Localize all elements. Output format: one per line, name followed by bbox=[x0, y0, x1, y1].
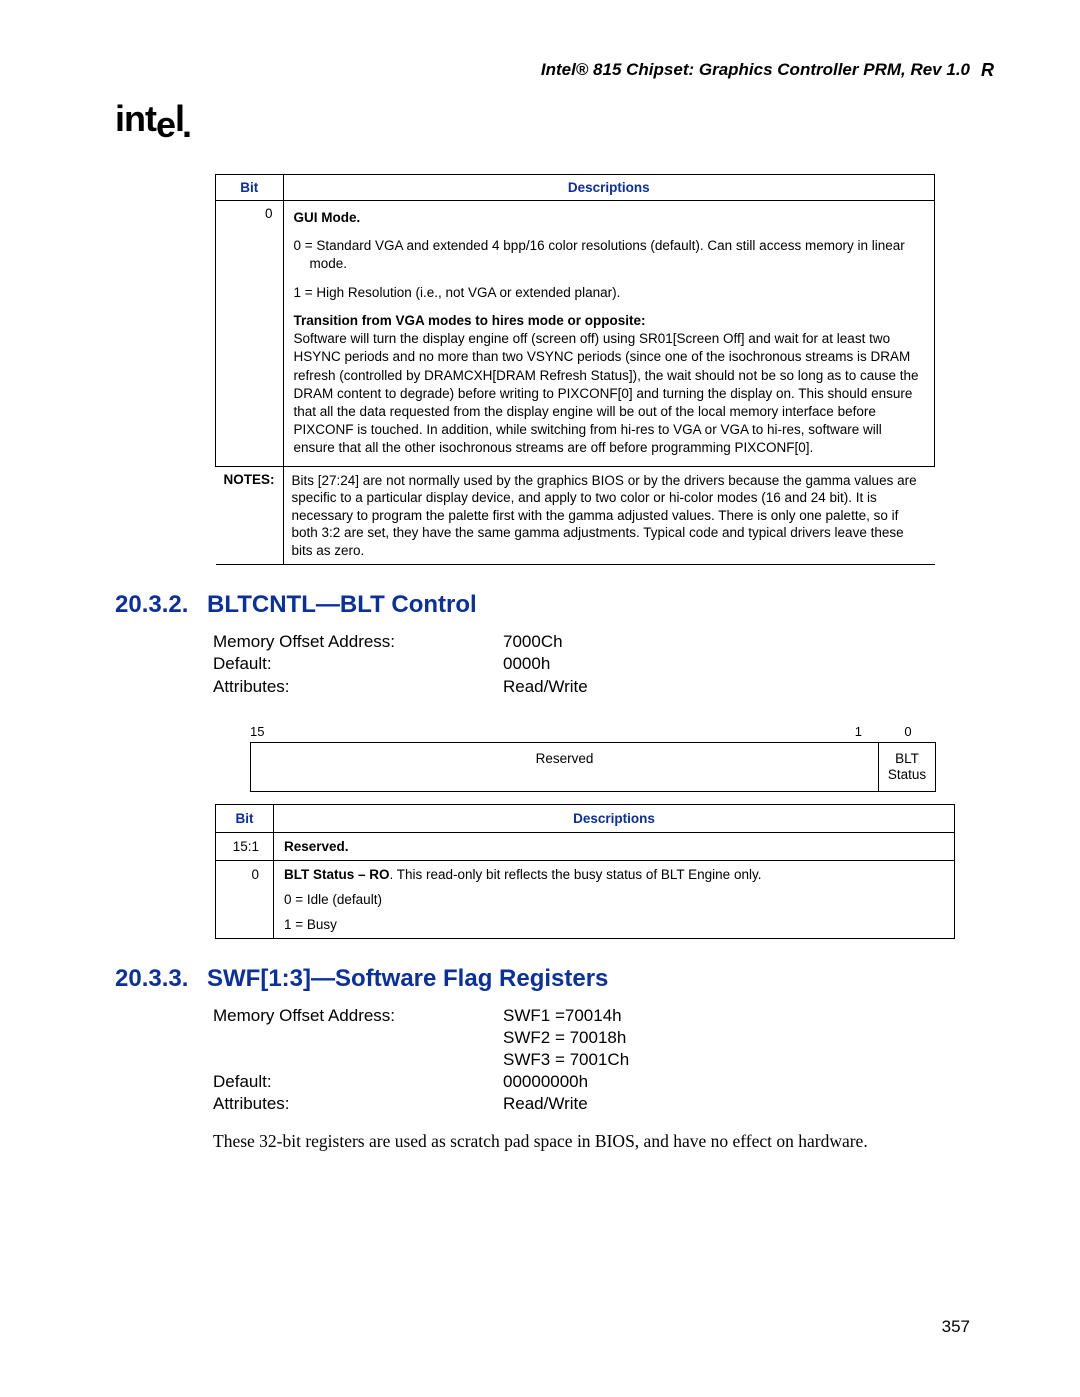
table2-header-bit: Bit bbox=[216, 805, 274, 833]
swf-body-paragraph: These 32-bit registers are used as scrat… bbox=[213, 1131, 970, 1152]
table2-r1-desc: Reserved. bbox=[274, 833, 955, 861]
table2-r2-desc: BLT Status – RO. This read-only bit refl… bbox=[274, 861, 955, 939]
attributes-value-2: Read/Write bbox=[503, 1093, 588, 1115]
section-title-1: BLTCNTL—BLT Control bbox=[207, 591, 477, 618]
blt-status-rest: . This read-only bit reflects the busy s… bbox=[390, 867, 762, 882]
mem-offset-v1: SWF1 =70014h bbox=[503, 1005, 622, 1027]
section-title-2: SWF[1:3]—Software Flag Registers bbox=[207, 965, 608, 992]
transition-title: Transition from VGA modes to hires mode … bbox=[294, 313, 646, 328]
bit-description-table-1: Bit Descriptions 0 GUI Mode. 0 = Standar… bbox=[215, 174, 935, 565]
page-header: Intel® 815 Chipset: Graphics Controller … bbox=[115, 60, 970, 80]
mem-offset-v3: SWF3 = 7001Ch bbox=[503, 1049, 629, 1071]
bitmap-num-0: 0 bbox=[880, 724, 936, 739]
mem-offset-label-2: Memory Offset Address: bbox=[213, 1005, 503, 1027]
gui-mode-line0b: mode. bbox=[294, 255, 924, 273]
table2-r2-bit: 0 bbox=[216, 861, 274, 939]
attributes-label-1: Attributes: bbox=[213, 676, 503, 698]
gui-mode-line0a: 0 = Standard VGA and extended 4 bpp/16 c… bbox=[294, 238, 905, 253]
bitmap-cell-blt: BLT Status bbox=[879, 743, 935, 791]
mem-offset-label-1: Memory Offset Address: bbox=[213, 631, 503, 653]
table1-header-bit: Bit bbox=[216, 175, 284, 201]
notes-text: Bits [27:24] are not normally used by th… bbox=[283, 466, 934, 565]
mem-offset-v2: SWF2 = 70018h bbox=[503, 1027, 626, 1049]
bit-description-table-2: Bit Descriptions 15:1 Reserved. 0 BLT St… bbox=[215, 804, 955, 939]
transition-body: Software will turn the display engine of… bbox=[294, 331, 919, 455]
blt-busy-line: 1 = Busy bbox=[284, 917, 944, 932]
swf-attributes: Memory Offset Address:SWF1 =70014h SWF2 … bbox=[213, 1005, 970, 1115]
logo-text-pre: int bbox=[115, 98, 156, 139]
table1-row-desc: GUI Mode. 0 = Standard VGA and extended … bbox=[283, 201, 934, 467]
page-r-marker: R bbox=[981, 60, 994, 81]
default-label-1: Default: bbox=[213, 653, 503, 675]
section-heading-bltcntl: 20.3.2.BLTCNTL—BLT Control bbox=[115, 591, 970, 619]
default-label-2: Default: bbox=[213, 1071, 503, 1093]
blt-status-bold: BLT Status – RO bbox=[284, 867, 390, 882]
section-heading-swf: 20.3.3.SWF[1:3]—Software Flag Registers bbox=[115, 965, 970, 993]
section-num-1: 20.3.2. bbox=[115, 591, 207, 619]
bitmap-num-1: 1 bbox=[830, 724, 880, 739]
intel-logo: intel. bbox=[115, 98, 970, 140]
reserved-bold: Reserved. bbox=[284, 839, 349, 854]
bitmap-num-15: 15 bbox=[250, 724, 274, 739]
attributes-label-2: Attributes: bbox=[213, 1093, 503, 1115]
default-value-2: 00000000h bbox=[503, 1071, 588, 1093]
table2-header-desc: Descriptions bbox=[274, 805, 955, 833]
gui-mode-line1: 1 = High Resolution (i.e., not VGA or ex… bbox=[294, 284, 924, 302]
table2-r1-bit: 15:1 bbox=[216, 833, 274, 861]
bltcntl-bitmap: 15 1 0 Reserved BLT Status bbox=[250, 724, 936, 792]
section-num-2: 20.3.3. bbox=[115, 965, 207, 993]
logo-dot: . bbox=[182, 104, 191, 145]
bitmap-cell-reserved: Reserved bbox=[251, 743, 879, 791]
mem-offset-value-1: 7000Ch bbox=[503, 631, 563, 653]
bltcntl-attributes: Memory Offset Address:7000Ch Default:000… bbox=[213, 631, 970, 697]
notes-label: NOTES: bbox=[216, 466, 284, 565]
page-number: 357 bbox=[942, 1317, 970, 1337]
gui-mode-title: GUI Mode. bbox=[294, 210, 361, 225]
logo-text-e: e bbox=[156, 104, 175, 146]
attributes-value-1: Read/Write bbox=[503, 676, 588, 698]
table1-row-bit: 0 bbox=[216, 201, 284, 467]
blt-idle-line: 0 = Idle (default) bbox=[284, 892, 944, 907]
default-value-1: 0000h bbox=[503, 653, 550, 675]
table1-header-desc: Descriptions bbox=[283, 175, 934, 201]
